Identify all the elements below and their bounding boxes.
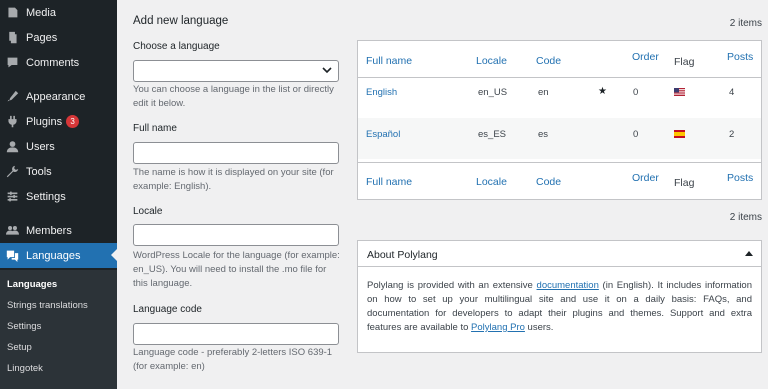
- footer-divider: [358, 162, 761, 163]
- column-code[interactable]: Code: [536, 55, 561, 67]
- full-name-input[interactable]: [133, 142, 339, 164]
- order-cell: 0: [633, 87, 639, 98]
- plugins-icon: [5, 115, 19, 129]
- polylang-pro-link[interactable]: Polylang Pro: [471, 322, 525, 333]
- posts-count-cell[interactable]: 2: [729, 129, 734, 140]
- update-count-badge: 3: [66, 115, 80, 128]
- members-icon: [5, 224, 19, 238]
- table-row-stripe: [358, 118, 761, 159]
- about-text-part: Polylang is provided with an extensive: [367, 280, 537, 291]
- languages-icon: [5, 249, 19, 263]
- choose-language-select[interactable]: [133, 60, 339, 82]
- appearance-icon: [5, 90, 19, 104]
- submenu-item-lingotek[interactable]: Lingotek: [7, 363, 43, 374]
- menu-item-label: Media: [26, 6, 56, 19]
- submenu-item-languages[interactable]: Languages: [7, 279, 57, 290]
- language-code-description: Language code - preferably 2-letters ISO…: [133, 347, 333, 372]
- chevron-down-icon: [322, 67, 332, 74]
- menu-item-label: Users: [26, 140, 55, 153]
- media-icon: [5, 6, 19, 20]
- footer-column-code[interactable]: Code: [536, 176, 561, 188]
- locale-label: Locale: [133, 206, 163, 217]
- about-polylang-box: About Polylang Polylang is provided with…: [357, 240, 762, 353]
- languages-table: Full name Locale Code Order Flag Posts E…: [357, 40, 762, 200]
- menu-item-label: Comments: [26, 56, 80, 69]
- submenu-item-strings-translations[interactable]: Strings translations: [7, 300, 88, 311]
- languages-submenu: Languages Strings translations Settings …: [0, 270, 117, 389]
- menu-item-tools[interactable]: Tools: [0, 159, 117, 184]
- choose-language-label: Choose a language: [133, 41, 220, 52]
- form-title: Add new language: [133, 15, 229, 27]
- us-flag-icon: [674, 88, 685, 96]
- locale-cell: en_US: [478, 87, 508, 98]
- full-name-description: The name is how it is displayed on your …: [133, 167, 334, 192]
- menu-item-members[interactable]: Members: [0, 218, 117, 243]
- column-posts[interactable]: Posts: [727, 51, 753, 63]
- pages-icon: [5, 31, 19, 45]
- column-order[interactable]: Order: [632, 51, 659, 63]
- code-cell: en: [538, 87, 549, 98]
- full-name-label: Full name: [133, 123, 177, 134]
- locale-input[interactable]: [133, 224, 339, 246]
- menu-item-label: Languages: [26, 249, 81, 262]
- menu-item-pages[interactable]: Pages: [0, 25, 117, 50]
- footer-column-order[interactable]: Order: [632, 172, 659, 184]
- language-name-link[interactable]: English: [366, 87, 397, 98]
- posts-count-cell[interactable]: 4: [729, 87, 734, 98]
- items-count-top: 2 items: [729, 18, 762, 29]
- settings-icon: [5, 190, 19, 204]
- tools-icon: [5, 165, 19, 179]
- menu-item-media[interactable]: Media: [0, 0, 117, 25]
- footer-column-flag: Flag: [674, 177, 695, 189]
- menu-item-label: Plugins: [26, 115, 63, 128]
- es-flag-icon: [674, 130, 685, 138]
- locale-cell: es_ES: [478, 129, 506, 140]
- footer-column-locale[interactable]: Locale: [476, 176, 507, 188]
- menu-item-plugins[interactable]: Plugins 3: [0, 109, 117, 134]
- about-text: Polylang is provided with an extensive d…: [367, 279, 752, 335]
- users-icon: [5, 140, 19, 154]
- menu-item-label: Tools: [26, 165, 52, 178]
- header-divider: [358, 77, 761, 78]
- menu-item-languages[interactable]: Languages: [0, 243, 117, 268]
- about-text-part: users.: [524, 322, 554, 333]
- language-code-label: Language code: [133, 304, 202, 315]
- submenu-item-setup[interactable]: Setup: [7, 342, 32, 353]
- about-header[interactable]: About Polylang: [358, 241, 761, 267]
- items-count-bottom: 2 items: [729, 212, 762, 223]
- order-cell: 0: [633, 129, 639, 140]
- menu-item-label: Members: [26, 224, 72, 237]
- column-locale[interactable]: Locale: [476, 55, 507, 67]
- code-cell: es: [538, 129, 549, 140]
- about-title: About Polylang: [367, 249, 438, 261]
- language-name-link[interactable]: Español: [366, 129, 400, 140]
- default-language-star-icon: ★: [598, 86, 607, 97]
- menu-item-label: Settings: [26, 190, 66, 203]
- choose-language-description: You can choose a language in the list or…: [133, 84, 334, 109]
- menu-item-settings[interactable]: Settings: [0, 184, 117, 209]
- menu-item-label: Pages: [26, 31, 58, 44]
- menu-item-label: Appearance: [26, 90, 86, 103]
- column-full-name[interactable]: Full name: [366, 55, 412, 67]
- footer-column-full-name[interactable]: Full name: [366, 176, 412, 188]
- menu-item-users[interactable]: Users: [0, 134, 117, 159]
- column-flag: Flag: [674, 56, 695, 68]
- documentation-link[interactable]: documentation: [537, 280, 599, 291]
- menu-item-appearance[interactable]: Appearance: [0, 84, 117, 109]
- collapse-arrow-icon[interactable]: [745, 251, 753, 256]
- comments-icon: [5, 56, 19, 70]
- language-code-input[interactable]: [133, 323, 339, 345]
- footer-column-posts[interactable]: Posts: [727, 172, 753, 184]
- submenu-item-settings[interactable]: Settings: [7, 321, 41, 332]
- locale-description: WordPress Locale for the language (for e…: [133, 250, 340, 289]
- menu-item-comments[interactable]: Comments: [0, 50, 117, 75]
